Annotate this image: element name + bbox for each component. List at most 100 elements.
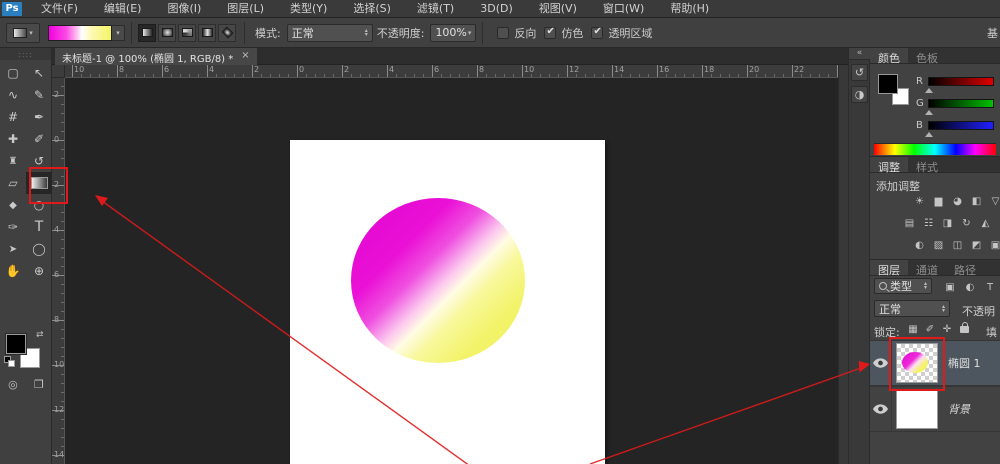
horizontal-ruler[interactable]: 10 8 6 4 2 0 2 4 6 8 10 12 14 16 18 20 2…: [65, 65, 838, 78]
channel-mixer-icon[interactable]: ◭: [978, 217, 993, 230]
gradient-map-icon[interactable]: ◩: [969, 239, 984, 252]
color-balance-icon[interactable]: ☷: [921, 217, 936, 230]
photo-filter-icon[interactable]: ↻: [959, 217, 974, 230]
menu-help[interactable]: 帮助(H): [657, 0, 722, 18]
layer-name[interactable]: 背景: [948, 401, 970, 417]
menu-filter[interactable]: 滤镜(T): [404, 0, 467, 18]
lasso-tool[interactable]: ∿: [0, 84, 26, 106]
canvas-viewport[interactable]: [65, 78, 838, 464]
blur-tool[interactable]: ◆: [0, 194, 26, 216]
foreground-color-swatch[interactable]: [6, 334, 26, 354]
layer-row-ellipse1[interactable]: 椭圆 1: [870, 340, 1000, 386]
menu-view[interactable]: 视图(V): [526, 0, 590, 18]
menu-3d[interactable]: 3D(D): [467, 0, 526, 18]
ellipse-tool[interactable]: ◯: [26, 238, 52, 260]
menu-image[interactable]: 图像(I): [154, 0, 214, 18]
green-slider[interactable]: [928, 99, 994, 108]
tab-paths[interactable]: 路径: [946, 260, 984, 275]
menu-file[interactable]: 文件(F): [28, 0, 91, 18]
gradient-tool[interactable]: [26, 172, 52, 194]
brush-tool[interactable]: ✐: [26, 128, 52, 150]
selective-color-icon[interactable]: ▣: [988, 239, 1000, 252]
vibrance-icon[interactable]: ▽: [988, 195, 1000, 208]
layer-visibility-toggle[interactable]: [870, 340, 892, 386]
lock-image-pixels-icon[interactable]: ✐: [923, 323, 937, 336]
tool-preset-picker[interactable]: ▾: [6, 23, 40, 43]
close-icon[interactable]: ×: [241, 50, 249, 65]
quick-mask-button[interactable]: ◎: [8, 378, 18, 391]
dodge-tool[interactable]: ○: [26, 194, 52, 216]
layer-thumbnail[interactable]: [896, 343, 938, 383]
tab-styles[interactable]: 样式: [908, 157, 946, 172]
hand-tool[interactable]: ✋: [0, 260, 26, 282]
gradient-preview-swatch[interactable]: [48, 25, 112, 41]
history-brush-tool[interactable]: ↺: [26, 150, 52, 172]
expand-panels-button[interactable]: «: [849, 48, 870, 60]
dither-checkbox[interactable]: [544, 27, 556, 39]
default-colors-icon[interactable]: [4, 356, 16, 368]
reverse-checkbox[interactable]: [497, 27, 509, 39]
layer-blend-mode-dropdown[interactable]: 正常 ▴▾: [874, 300, 950, 317]
eyedropper-tool[interactable]: ✒: [26, 106, 52, 128]
black-white-icon[interactable]: ◨: [940, 217, 955, 230]
layer-filter-dropdown[interactable]: 类型 ▴▾: [874, 278, 932, 294]
menu-type[interactable]: 类型(Y): [277, 0, 340, 18]
menu-layer[interactable]: 图层(L): [214, 0, 277, 18]
tab-layers[interactable]: 图层: [870, 260, 908, 275]
filter-pixel-layers-icon[interactable]: ▣: [942, 280, 958, 294]
invert-icon[interactable]: ◐: [912, 239, 927, 252]
brightness-contrast-icon[interactable]: ☀: [912, 195, 927, 208]
screen-mode-button[interactable]: ❐: [34, 378, 44, 391]
pen-tool[interactable]: ✑: [0, 216, 26, 238]
hue-saturation-icon[interactable]: ▤: [902, 217, 917, 230]
layer-thumbnail[interactable]: [896, 389, 938, 429]
levels-icon[interactable]: ▆: [931, 195, 946, 208]
document-page[interactable]: [290, 140, 605, 464]
menu-edit[interactable]: 编辑(E): [91, 0, 155, 18]
document-tab[interactable]: 未标题-1 @ 100% (椭圆 1, RGB/8) * ×: [55, 48, 257, 65]
transparency-checkbox[interactable]: [591, 27, 603, 39]
menu-window[interactable]: 窗口(W): [590, 0, 657, 18]
toolbox-grip[interactable]: ::::: [0, 48, 51, 60]
rectangular-marquee-tool[interactable]: ▢: [0, 62, 26, 84]
path-selection-tool[interactable]: ➤: [0, 238, 26, 260]
vertical-ruler[interactable]: 2 0 2 4 6 8 10 12 14: [52, 78, 65, 464]
foreground-color-swatch[interactable]: [878, 74, 898, 94]
zoom-tool[interactable]: ⊕: [26, 260, 52, 282]
history-panel-icon[interactable]: ↺: [851, 64, 868, 81]
lock-position-icon[interactable]: ✛: [940, 323, 954, 336]
clone-stamp-tool[interactable]: ♜: [0, 150, 26, 172]
tab-swatches[interactable]: 色板: [908, 48, 946, 63]
blue-slider[interactable]: [928, 121, 994, 130]
spot-healing-brush-tool[interactable]: ✚: [0, 128, 26, 150]
color-spectrum-bar[interactable]: [874, 143, 996, 155]
curves-icon[interactable]: ◕: [950, 195, 965, 208]
red-slider[interactable]: [928, 77, 994, 86]
opacity-dropdown[interactable]: 100% ▾: [430, 24, 476, 42]
blue-slider-handle[interactable]: [925, 132, 933, 137]
tab-channels[interactable]: 通道: [908, 260, 946, 275]
layer-visibility-toggle[interactable]: [870, 386, 892, 432]
layer-row-background[interactable]: 背景: [870, 386, 1000, 432]
posterize-icon[interactable]: ▨: [931, 239, 946, 252]
eraser-tool[interactable]: ▱: [0, 172, 26, 194]
gradient-picker-arrow[interactable]: ▾: [112, 25, 125, 41]
type-tool[interactable]: T: [26, 216, 52, 238]
workspace-switcher[interactable]: 基: [987, 25, 1000, 41]
angle-gradient-button[interactable]: [178, 24, 196, 42]
lock-transparent-pixels-icon[interactable]: ▦: [906, 323, 920, 336]
tab-color[interactable]: 颜色: [870, 48, 908, 63]
lock-all-icon[interactable]: [960, 326, 969, 333]
threshold-icon[interactable]: ◫: [950, 239, 965, 252]
swap-colors-icon[interactable]: ⇄: [36, 330, 44, 340]
blend-mode-dropdown[interactable]: 正常 ▴▾: [287, 24, 373, 42]
green-slider-handle[interactable]: [925, 110, 933, 115]
diamond-gradient-button[interactable]: [218, 24, 236, 42]
red-slider-handle[interactable]: [925, 88, 933, 93]
reflected-gradient-button[interactable]: [198, 24, 216, 42]
tab-adjustments[interactable]: 调整: [870, 157, 908, 172]
quick-selection-tool[interactable]: ✎: [26, 84, 52, 106]
filter-adjustment-layers-icon[interactable]: ◐: [962, 280, 978, 294]
linear-gradient-button[interactable]: [138, 24, 156, 42]
radial-gradient-button[interactable]: [158, 24, 176, 42]
